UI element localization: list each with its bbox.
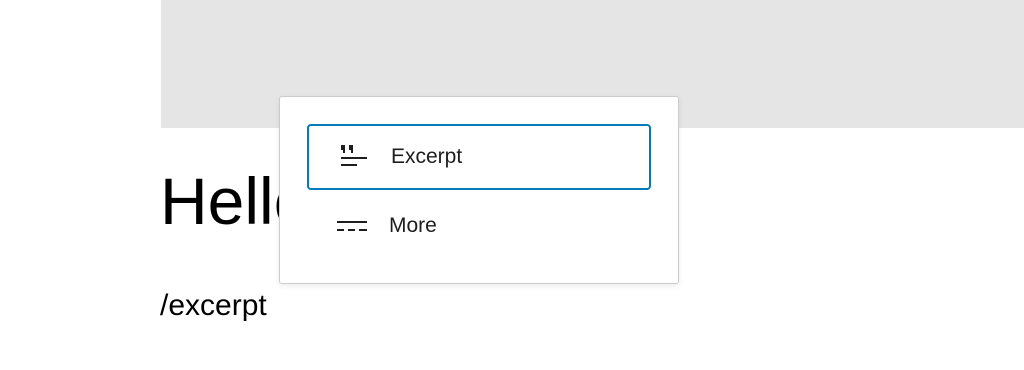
more-icon bbox=[335, 211, 369, 241]
autocomplete-option-excerpt[interactable]: Excerpt bbox=[307, 124, 651, 190]
autocomplete-option-more[interactable]: More bbox=[307, 193, 651, 259]
autocomplete-option-label: Excerpt bbox=[391, 145, 463, 168]
excerpt-icon bbox=[337, 142, 371, 172]
autocomplete-option-label: More bbox=[389, 214, 437, 237]
editor-canvas: Hello /excerpt Excerpt More bbox=[0, 0, 1024, 370]
paragraph-block-slash-command[interactable]: /excerpt bbox=[160, 288, 267, 324]
block-autocomplete-popover: Excerpt More bbox=[279, 96, 679, 284]
